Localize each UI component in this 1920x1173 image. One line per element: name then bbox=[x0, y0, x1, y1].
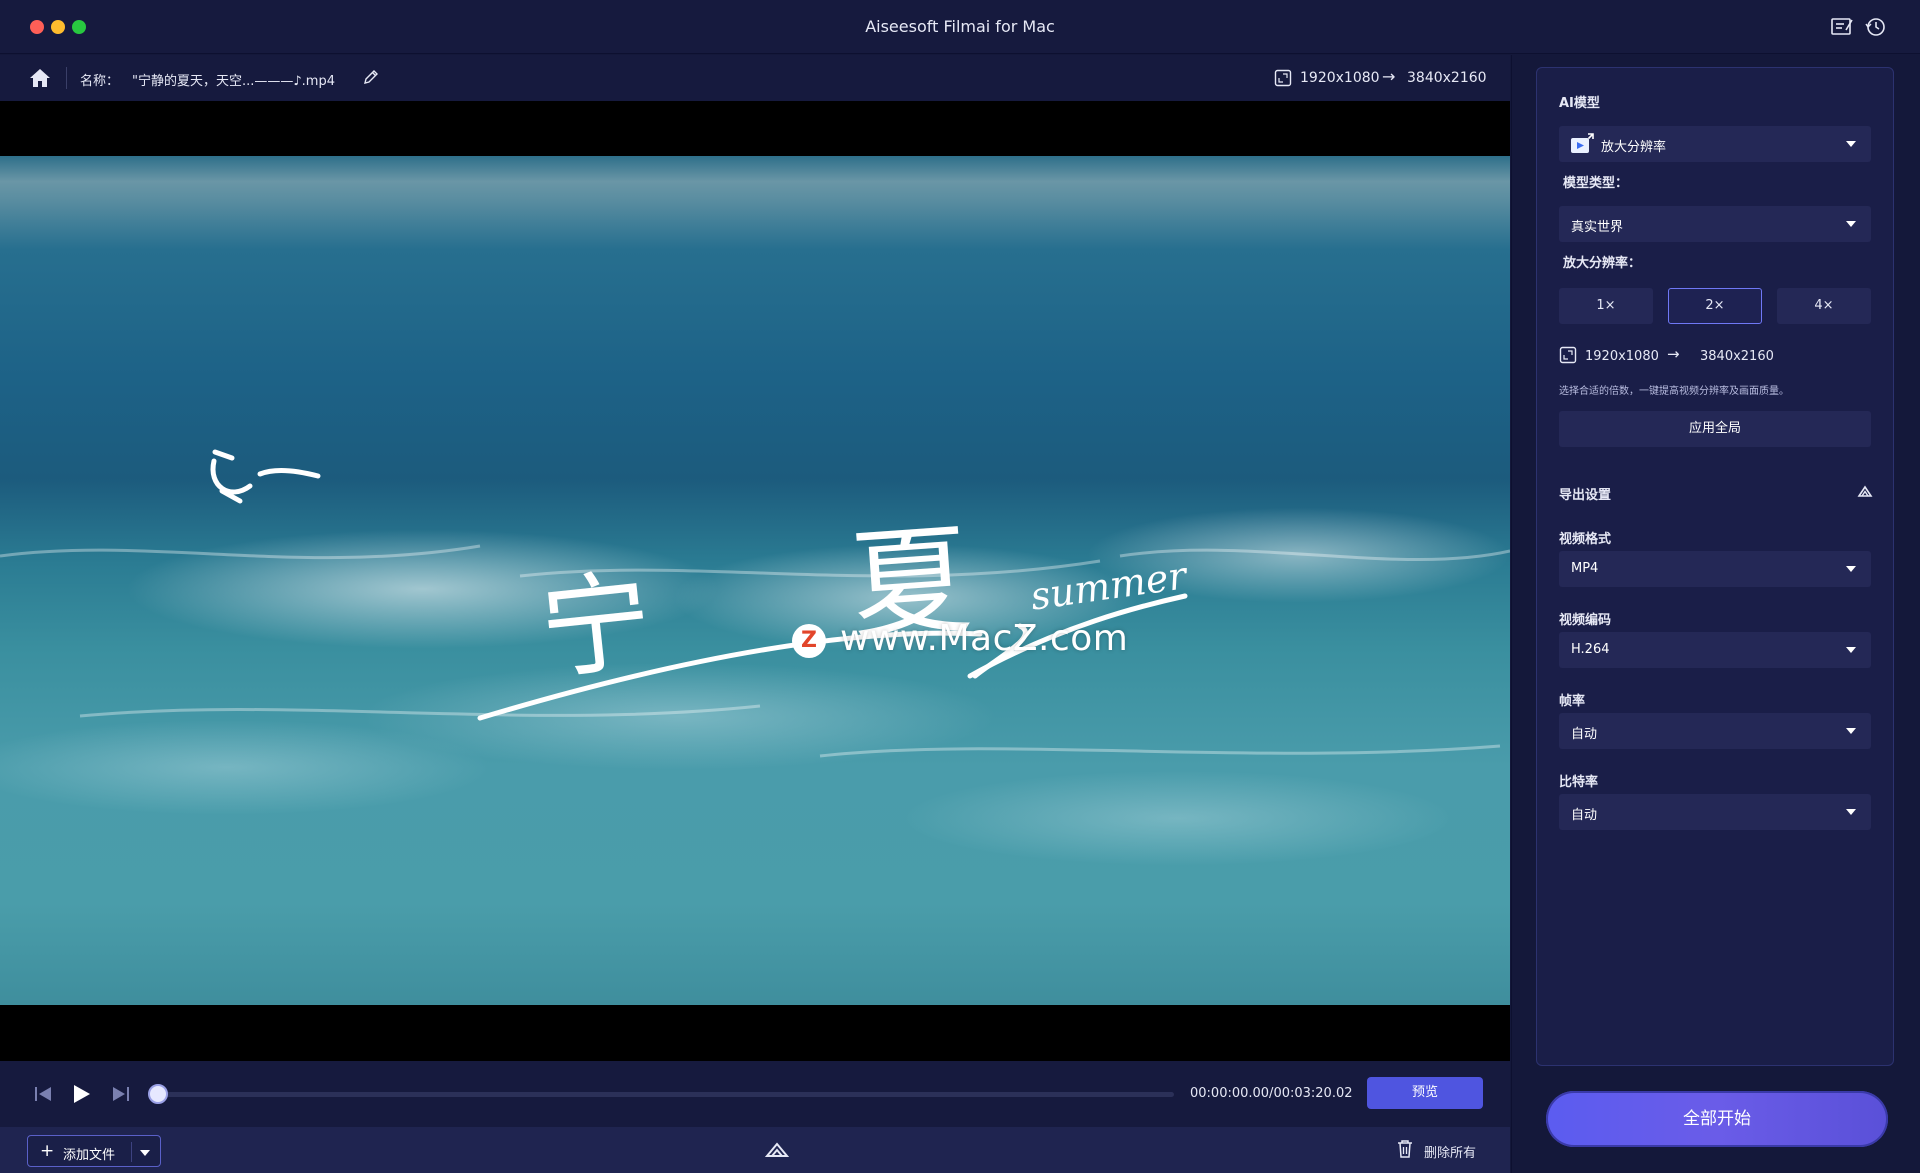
divider bbox=[66, 67, 67, 89]
frame-rate-value: 自动 bbox=[1571, 727, 1598, 742]
skip-back-icon[interactable] bbox=[32, 1083, 54, 1105]
ai-model-value: 放大分辨率 bbox=[1601, 140, 1667, 155]
ai-model-select[interactable]: 放大分辨率 bbox=[1559, 126, 1871, 162]
caret-down-icon bbox=[1846, 221, 1856, 227]
scale-4x-button[interactable]: 4× bbox=[1777, 288, 1871, 324]
feedback-icon[interactable] bbox=[1830, 16, 1854, 38]
video-format-label: 视频格式 bbox=[1559, 532, 1612, 547]
ai-model-label: AI模型 bbox=[1559, 96, 1600, 111]
preview-button[interactable]: 预览 bbox=[1367, 1077, 1483, 1109]
video-codec-value: H.264 bbox=[1571, 642, 1610, 657]
resolution-icon bbox=[1274, 69, 1292, 87]
watermark-text: www.MacZ.com bbox=[840, 618, 1129, 659]
add-file-button[interactable]: + 添加文件 bbox=[27, 1135, 161, 1167]
file-name-value: "宁静的夏天，天空...———♪.mp4 bbox=[132, 74, 335, 89]
upscale-hint: 选择合适的倍数，一键提高视频分辨率及画面质量。 bbox=[1559, 386, 1789, 397]
model-type-value: 真实世界 bbox=[1571, 220, 1624, 235]
video-codec-select[interactable]: H.264 bbox=[1559, 632, 1871, 668]
bitrate-value: 自动 bbox=[1571, 808, 1598, 823]
video-frame[interactable]: 宁 夏 summer Z www.MacZ.com bbox=[0, 156, 1510, 1005]
skip-forward-icon[interactable] bbox=[110, 1083, 132, 1105]
target-resolution: 3840x2160 bbox=[1407, 70, 1487, 86]
caret-down-icon bbox=[1846, 647, 1856, 653]
export-settings-label: 导出设置 bbox=[1559, 488, 1612, 503]
caret-down-icon bbox=[1846, 141, 1856, 147]
scale-1x-button[interactable]: 1× bbox=[1559, 288, 1653, 324]
caret-down-icon bbox=[1846, 809, 1856, 815]
file-name-label: 名称： bbox=[80, 74, 120, 89]
upscale-label: 放大分辨率： bbox=[1563, 256, 1642, 271]
home-icon[interactable] bbox=[28, 67, 52, 89]
settings-panel: AI模型 放大分辨率 模型类型： 真实世界 放大分辨率： 1× 2× 4× 19… bbox=[1536, 67, 1894, 1066]
collapse-up-icon[interactable] bbox=[1857, 484, 1873, 498]
apply-all-button[interactable]: 应用全局 bbox=[1559, 411, 1871, 447]
video-format-select[interactable]: MP4 bbox=[1559, 551, 1871, 587]
frame-rate-label: 帧率 bbox=[1559, 694, 1586, 709]
upscale-video-icon bbox=[1571, 133, 1594, 153]
history-icon[interactable] bbox=[1864, 16, 1888, 38]
app-title: Aiseesoft Filmai for Mac bbox=[865, 17, 1055, 36]
delete-all-button[interactable]: 删除所有 bbox=[1424, 1142, 1476, 1161]
target-resolution: 3840x2160 bbox=[1700, 349, 1774, 364]
arrow-right-icon: → bbox=[1382, 67, 1396, 86]
video-format-value: MP4 bbox=[1571, 561, 1599, 576]
start-all-button[interactable]: 全部开始 bbox=[1546, 1091, 1888, 1147]
source-resolution: 1920x1080 bbox=[1585, 349, 1659, 364]
file-info-bar: 名称： "宁静的夏天，天空...———♪.mp4 1920x1080 → 384… bbox=[0, 55, 1510, 101]
title-bar: Aiseesoft Filmai for Mac bbox=[0, 0, 1920, 54]
caret-down-icon bbox=[1846, 728, 1856, 734]
plus-icon: + bbox=[40, 1141, 55, 1161]
edit-name-icon[interactable] bbox=[362, 68, 380, 86]
play-icon[interactable] bbox=[70, 1083, 92, 1105]
scale-2x-button[interactable]: 2× bbox=[1668, 288, 1762, 324]
overlay-char-1: 宁 bbox=[534, 556, 658, 696]
add-file-label: 添加文件 bbox=[63, 1148, 116, 1163]
video-overlay-graphics bbox=[0, 449, 1510, 758]
bitrate-label: 比特率 bbox=[1559, 775, 1599, 790]
video-codec-label: 视频编码 bbox=[1559, 613, 1612, 628]
player-controls: 00:00:00.00/00:03:20.02 预览 bbox=[0, 1061, 1510, 1127]
caret-down-icon[interactable] bbox=[138, 1148, 152, 1158]
bitrate-select[interactable]: 自动 bbox=[1559, 794, 1871, 830]
caret-down-icon bbox=[1846, 566, 1856, 572]
model-type-label: 模型类型： bbox=[1563, 176, 1629, 191]
time-display: 00:00:00.00/00:03:20.02 bbox=[1190, 1086, 1353, 1101]
video-preview-area: 宁 夏 summer Z www.MacZ.com bbox=[0, 101, 1510, 1061]
source-resolution: 1920x1080 bbox=[1300, 70, 1380, 86]
progress-handle[interactable] bbox=[148, 1084, 168, 1104]
progress-track[interactable] bbox=[158, 1092, 1174, 1097]
arrow-right-icon: → bbox=[1667, 345, 1680, 363]
frame-rate-select[interactable]: 自动 bbox=[1559, 713, 1871, 749]
watermark-logo: Z bbox=[792, 624, 826, 658]
bottom-bar: + 添加文件 删除所有 bbox=[0, 1127, 1510, 1173]
divider bbox=[131, 1142, 132, 1162]
expand-up-icon[interactable] bbox=[764, 1140, 790, 1160]
resolution-icon bbox=[1559, 346, 1577, 364]
trash-icon[interactable] bbox=[1396, 1139, 1414, 1159]
model-type-select[interactable]: 真实世界 bbox=[1559, 206, 1871, 242]
